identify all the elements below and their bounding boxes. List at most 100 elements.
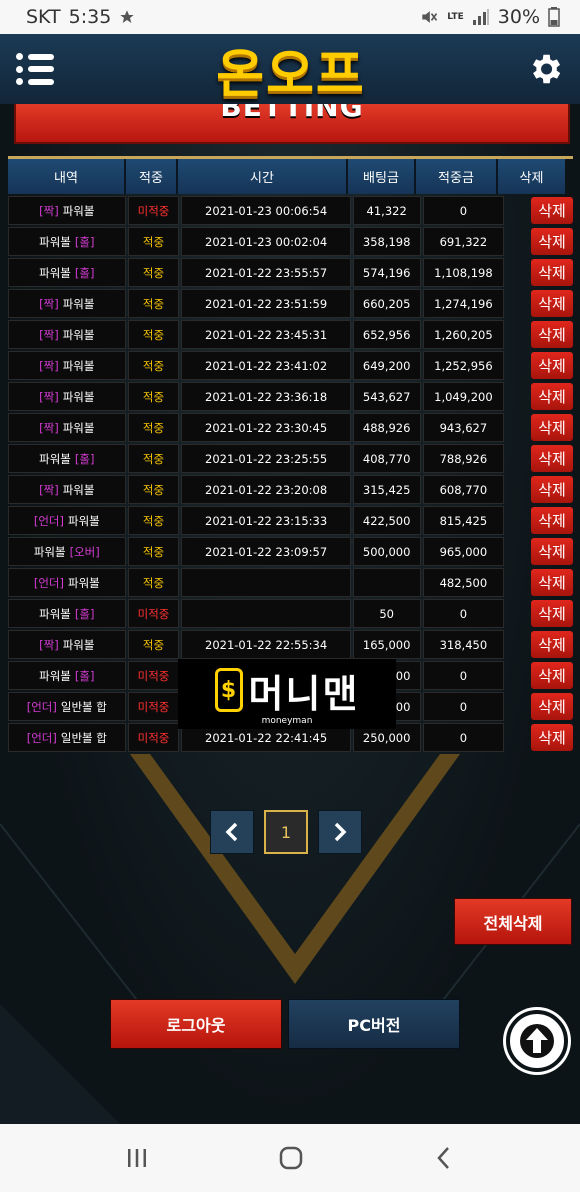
bet-pick-tag: [짝] <box>39 296 59 311</box>
cell-history: [짝] 파워볼 <box>8 320 126 349</box>
cell-win-amount: 0 <box>422 692 505 721</box>
cell-time: 2021-01-22 23:41:02 <box>181 351 351 380</box>
menu-button[interactable] <box>16 53 56 85</box>
bet-pick-tag: [오버] <box>69 544 100 559</box>
cell-hit-status: 적중 <box>127 227 180 256</box>
cell-time: 2021-01-22 23:30:45 <box>181 413 351 442</box>
mute-icon <box>422 11 438 23</box>
delete-row-button[interactable]: 삭제 <box>531 228 573 255</box>
delete-row-button[interactable]: 삭제 <box>531 383 573 410</box>
table-row: [언더] 파워볼 적중 2021-01-22 23:15:33 422,500 815,4… <box>8 506 573 535</box>
cell-hit-status: 미적중 <box>127 692 180 721</box>
cell-win-amount: 0 <box>422 196 505 225</box>
table-row: [짝] 파워볼 적중 2021-01-22 23:41:02 649,200 1,252,… <box>8 351 573 380</box>
bet-pick-tag: [언더] <box>33 575 64 590</box>
main-content: BETTING 내역 적중 시간 배팅금 적중금 삭제 [짝] 파워볼 미적중 202… <box>0 104 580 1124</box>
delete-row-button[interactable]: 삭제 <box>531 476 573 503</box>
delete-row-button[interactable]: 삭제 <box>531 321 573 348</box>
bet-pick-tag: [짝] <box>39 482 59 497</box>
game-name: 파워볼 <box>62 203 95 218</box>
game-name: 파워볼 <box>62 358 95 373</box>
delete-row-button[interactable]: 삭제 <box>531 631 573 658</box>
pc-version-button[interactable]: PC버전 <box>288 999 460 1049</box>
game-name: 파워볼 <box>62 637 95 652</box>
delete-row-button[interactable]: 삭제 <box>531 290 573 317</box>
delete-row-button[interactable]: 삭제 <box>531 352 573 379</box>
arrow-up-icon <box>520 1024 554 1058</box>
cell-delete: 삭제 <box>506 382 573 411</box>
cell-hit-status: 적중 <box>127 630 180 659</box>
cell-hit-status: 적중 <box>127 568 180 597</box>
col-header-delete: 삭제 <box>498 159 565 194</box>
bet-pick-tag: [짝] <box>39 358 59 373</box>
delete-row-button[interactable]: 삭제 <box>531 507 573 534</box>
delete-row-button[interactable]: 삭제 <box>531 662 573 689</box>
cell-history: [짝] 파워볼 <box>8 196 126 225</box>
col-header-hit: 적중 <box>126 159 178 194</box>
cell-delete: 삭제 <box>506 630 573 659</box>
recent-apps-icon[interactable] <box>125 1146 149 1170</box>
table-row: [짝] 파워볼 적중 2021-01-22 23:45:31 652,956 1,260,… <box>8 320 573 349</box>
cell-bet-amount: 649,200 <box>352 351 421 380</box>
gear-icon[interactable] <box>526 50 564 88</box>
prev-page-button[interactable] <box>210 810 254 854</box>
bet-pick-tag: [언더] <box>33 513 64 528</box>
delete-row-button[interactable]: 삭제 <box>531 197 573 224</box>
cell-win-amount: 691,322 <box>422 227 505 256</box>
cell-time: 2021-01-22 23:09:57 <box>181 537 351 566</box>
cell-time: 2021-01-22 23:20:08 <box>181 475 351 504</box>
cell-hit-status: 적중 <box>127 537 180 566</box>
home-icon[interactable] <box>278 1145 304 1171</box>
delete-row-button[interactable]: 삭제 <box>531 538 573 565</box>
game-name: 파워볼 <box>39 265 71 280</box>
cell-delete: 삭제 <box>506 568 573 597</box>
bet-pick-tag: [짝] <box>39 637 59 652</box>
cell-delete: 삭제 <box>506 723 573 752</box>
cell-bet-amount: 500,000 <box>352 537 421 566</box>
battery-percent: 30% <box>497 6 540 28</box>
delete-all-button[interactable]: 전체삭제 <box>454 898 572 945</box>
cell-bet-amount: 358,198 <box>352 227 421 256</box>
cell-bet-amount: 488,926 <box>352 413 421 442</box>
delete-row-button[interactable]: 삭제 <box>531 259 573 286</box>
bet-pick-tag: [짝] <box>39 420 59 435</box>
status-bar: SKT 5:35 LTE 30% <box>0 0 580 34</box>
cell-history: [짝] 파워볼 <box>8 289 126 318</box>
battery-icon <box>548 7 560 27</box>
cell-history: 파워볼 [홀] <box>8 444 126 473</box>
cell-delete: 삭제 <box>506 351 573 380</box>
game-name: 파워볼 <box>62 327 95 342</box>
cell-win-amount: 482,500 <box>422 568 505 597</box>
cell-win-amount: 1,049,200 <box>422 382 505 411</box>
delete-row-button[interactable]: 삭제 <box>531 414 573 441</box>
bet-pick-tag: [홀] <box>74 606 95 621</box>
cell-delete: 삭제 <box>506 289 573 318</box>
back-icon[interactable] <box>433 1145 455 1171</box>
logout-button[interactable]: 로그아웃 <box>110 999 282 1049</box>
game-name: 파워볼 <box>67 513 100 528</box>
delete-row-button[interactable]: 삭제 <box>531 600 573 627</box>
cell-delete: 삭제 <box>506 320 573 349</box>
site-logo[interactable]: 온오프 <box>216 32 366 107</box>
cell-win-amount: 608,770 <box>422 475 505 504</box>
next-page-button[interactable] <box>318 810 362 854</box>
delete-row-button[interactable]: 삭제 <box>531 445 573 472</box>
cell-win-amount: 965,000 <box>422 537 505 566</box>
delete-row-button[interactable]: 삭제 <box>531 569 573 596</box>
delete-row-button[interactable]: 삭제 <box>531 724 573 751</box>
moneyman-watermark: $ 머니맨 moneyman <box>178 659 396 729</box>
cell-win-amount: 815,425 <box>422 506 505 535</box>
table-row: 파워볼 [홀] 미적중 50 0 삭제 <box>8 599 573 628</box>
game-name: 일반볼 합 <box>60 699 107 714</box>
cell-history: [언더] 일반볼 합 <box>8 723 126 752</box>
game-name: 파워볼 <box>39 668 71 683</box>
signal-icon <box>472 9 489 25</box>
chevron-right-icon <box>334 822 347 842</box>
scroll-top-button[interactable] <box>506 1010 568 1072</box>
page-button-current[interactable]: 1 <box>264 810 308 854</box>
col-header-win: 적중금 <box>416 159 498 194</box>
delete-row-button[interactable]: 삭제 <box>531 693 573 720</box>
cell-delete: 삭제 <box>506 258 573 287</box>
network-type: LTE <box>447 11 464 22</box>
cell-win-amount: 1,274,196 <box>422 289 505 318</box>
